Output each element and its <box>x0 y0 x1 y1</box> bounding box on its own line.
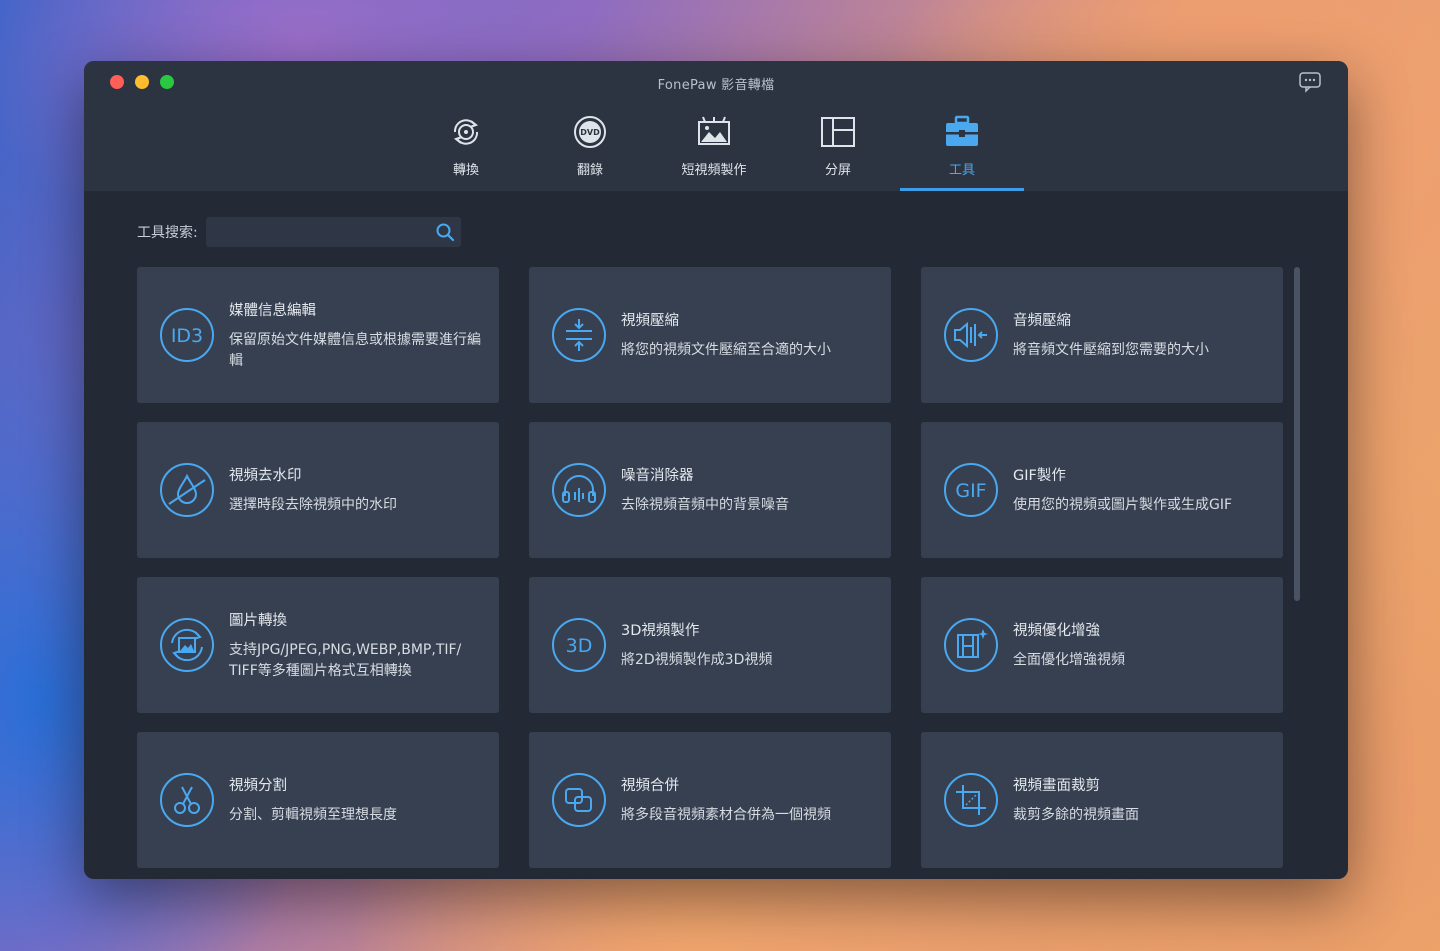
3d-icon: 3D <box>552 618 606 672</box>
search-box <box>205 217 461 247</box>
tab-convert[interactable]: 轉換 <box>404 111 528 191</box>
tab-ripper[interactable]: DVD 翻錄 <box>528 111 652 191</box>
tool-description: 將2D視頻製作成3D視頻 <box>621 652 773 668</box>
tab-collage-label: 分屏 <box>824 163 851 178</box>
collage-icon <box>821 117 855 147</box>
search-input[interactable] <box>205 217 461 247</box>
convert-icon <box>453 119 479 145</box>
enhance-icon <box>944 618 998 672</box>
merge-icon <box>552 773 606 827</box>
tool-title: 視頻合併 <box>621 778 679 794</box>
tool-card-noise-remover[interactable]: 噪音消除器 去除視頻音頻中的背景噪音 <box>529 422 891 558</box>
tool-card-audio-compressor[interactable]: 音頻壓縮 將音頻文件壓縮到您需要的大小 <box>921 267 1283 403</box>
tool-card-video-splitter[interactable]: 視頻分割 分割、剪輯視頻至理想長度 <box>137 732 499 868</box>
tool-description: 去除視頻音頻中的背景噪音 <box>621 497 789 513</box>
tool-title: 視頻分割 <box>229 778 287 794</box>
tab-toolbox-label: 工具 <box>948 163 975 178</box>
tool-description: 全面優化增強視頻 <box>1013 652 1125 668</box>
title-bar: FonePaw 影音轉檔 轉換 DVD 翻錄 短視頻製作 分屏 工具 <box>84 61 1348 191</box>
tab-mv[interactable]: 短視頻製作 <box>652 111 776 191</box>
tool-description: 選擇時段去除視頻中的水印 <box>229 497 397 513</box>
tool-title: 音頻壓縮 <box>1013 313 1071 329</box>
tool-title: 視頻壓縮 <box>621 313 679 329</box>
tool-card-video-cropper[interactable]: 視頻畫面裁剪 裁剪多餘的視頻畫面 <box>921 732 1283 868</box>
tool-title: 圖片轉換 <box>229 612 287 629</box>
svg-text:DVD: DVD <box>580 128 600 137</box>
mv-icon <box>698 116 730 145</box>
svg-text:ID3: ID3 <box>171 325 203 347</box>
app-window: FonePaw 影音轉檔 轉換 DVD 翻錄 短視頻製作 分屏 工具 工具搜索:… <box>84 61 1348 879</box>
id3-icon: ID3 <box>160 308 214 362</box>
tab-ripper-label: 翻錄 <box>576 163 603 178</box>
tool-description: 將多段音視頻素材合併為一個視頻 <box>621 807 831 823</box>
watermark-remove-icon <box>160 463 214 517</box>
compress-icon <box>552 308 606 362</box>
feedback-icon[interactable] <box>1298 71 1322 93</box>
tool-card-media-metadata[interactable]: ID3 媒體信息編輯 保留原始文件媒體信息或根據需要進行編輯 <box>137 267 499 403</box>
scrollbar[interactable] <box>1294 267 1300 601</box>
tab-convert-label: 轉換 <box>452 163 479 178</box>
tool-title: 視頻去水印 <box>229 468 302 484</box>
tool-card-video-enhancer[interactable]: 視頻優化增強 全面優化增強視頻 <box>921 577 1283 713</box>
tab-collage[interactable]: 分屏 <box>776 111 900 191</box>
tool-title: GIF製作 <box>1013 468 1066 484</box>
tool-search-row: 工具搜索: <box>137 217 461 247</box>
tool-description: 使用您的視頻或圖片製作或生成GIF <box>1013 497 1233 513</box>
svg-text:GIF: GIF <box>955 480 986 502</box>
tool-title: 噪音消除器 <box>621 468 694 484</box>
audio-compress-icon <box>944 308 998 362</box>
search-icon[interactable] <box>435 222 455 242</box>
tool-card-watermark-remover[interactable]: 視頻去水印 選擇時段去除視頻中的水印 <box>137 422 499 558</box>
search-label: 工具搜索: <box>137 225 198 241</box>
noise-remove-icon <box>552 463 606 517</box>
tool-description: 將音頻文件壓縮到您需要的大小 <box>1013 342 1209 358</box>
gif-icon: GIF <box>944 463 998 517</box>
tool-description: 支持JPG/JPEG,PNG,WEBP,BMP,TIF/ TIFF等多種圖片格式… <box>229 641 462 679</box>
tab-toolbox[interactable]: 工具 <box>900 111 1024 191</box>
tool-description: 裁剪多餘的視頻畫面 <box>1013 807 1139 823</box>
tool-card-gif-maker[interactable]: GIF GIF製作 使用您的視頻或圖片製作或生成GIF <box>921 422 1283 558</box>
toolbox-icon <box>946 115 978 146</box>
tool-card-video-merger[interactable]: 視頻合併 將多段音視頻素材合併為一個視頻 <box>529 732 891 868</box>
tool-description: 分割、剪輯視頻至理想長度 <box>229 807 397 823</box>
image-convert-icon <box>160 618 214 672</box>
tool-card-video-compressor[interactable]: 視頻壓縮 將您的視頻文件壓縮至合適的大小 <box>529 267 891 403</box>
window-title: FonePaw 影音轉檔 <box>657 78 775 93</box>
crop-icon <box>944 773 998 827</box>
tool-title: 媒體信息編輯 <box>229 302 316 319</box>
tool-card-image-converter[interactable]: 圖片轉換 支持JPG/JPEG,PNG,WEBP,BMP,TIF/ TIFF等多… <box>137 577 499 713</box>
tab-mv-label: 短視頻製作 <box>681 163 747 178</box>
tool-title: 3D視頻製作 <box>621 623 700 639</box>
tool-description: 保留原始文件媒體信息或根據需要進行編輯 <box>229 331 481 369</box>
tool-title: 視頻優化增強 <box>1013 623 1100 639</box>
tool-title: 視頻畫面裁剪 <box>1013 778 1100 794</box>
tool-description: 將您的視頻文件壓縮至合適的大小 <box>621 342 831 358</box>
scissors-icon <box>160 773 214 827</box>
tool-card-3d-maker[interactable]: 3D 3D視頻製作 將2D視頻製作成3D視頻 <box>529 577 891 713</box>
main-tabs: 轉換 DVD 翻錄 短視頻製作 分屏 工具 <box>404 111 1024 191</box>
dvd-icon: DVD <box>574 116 606 148</box>
svg-text:3D: 3D <box>566 635 593 657</box>
